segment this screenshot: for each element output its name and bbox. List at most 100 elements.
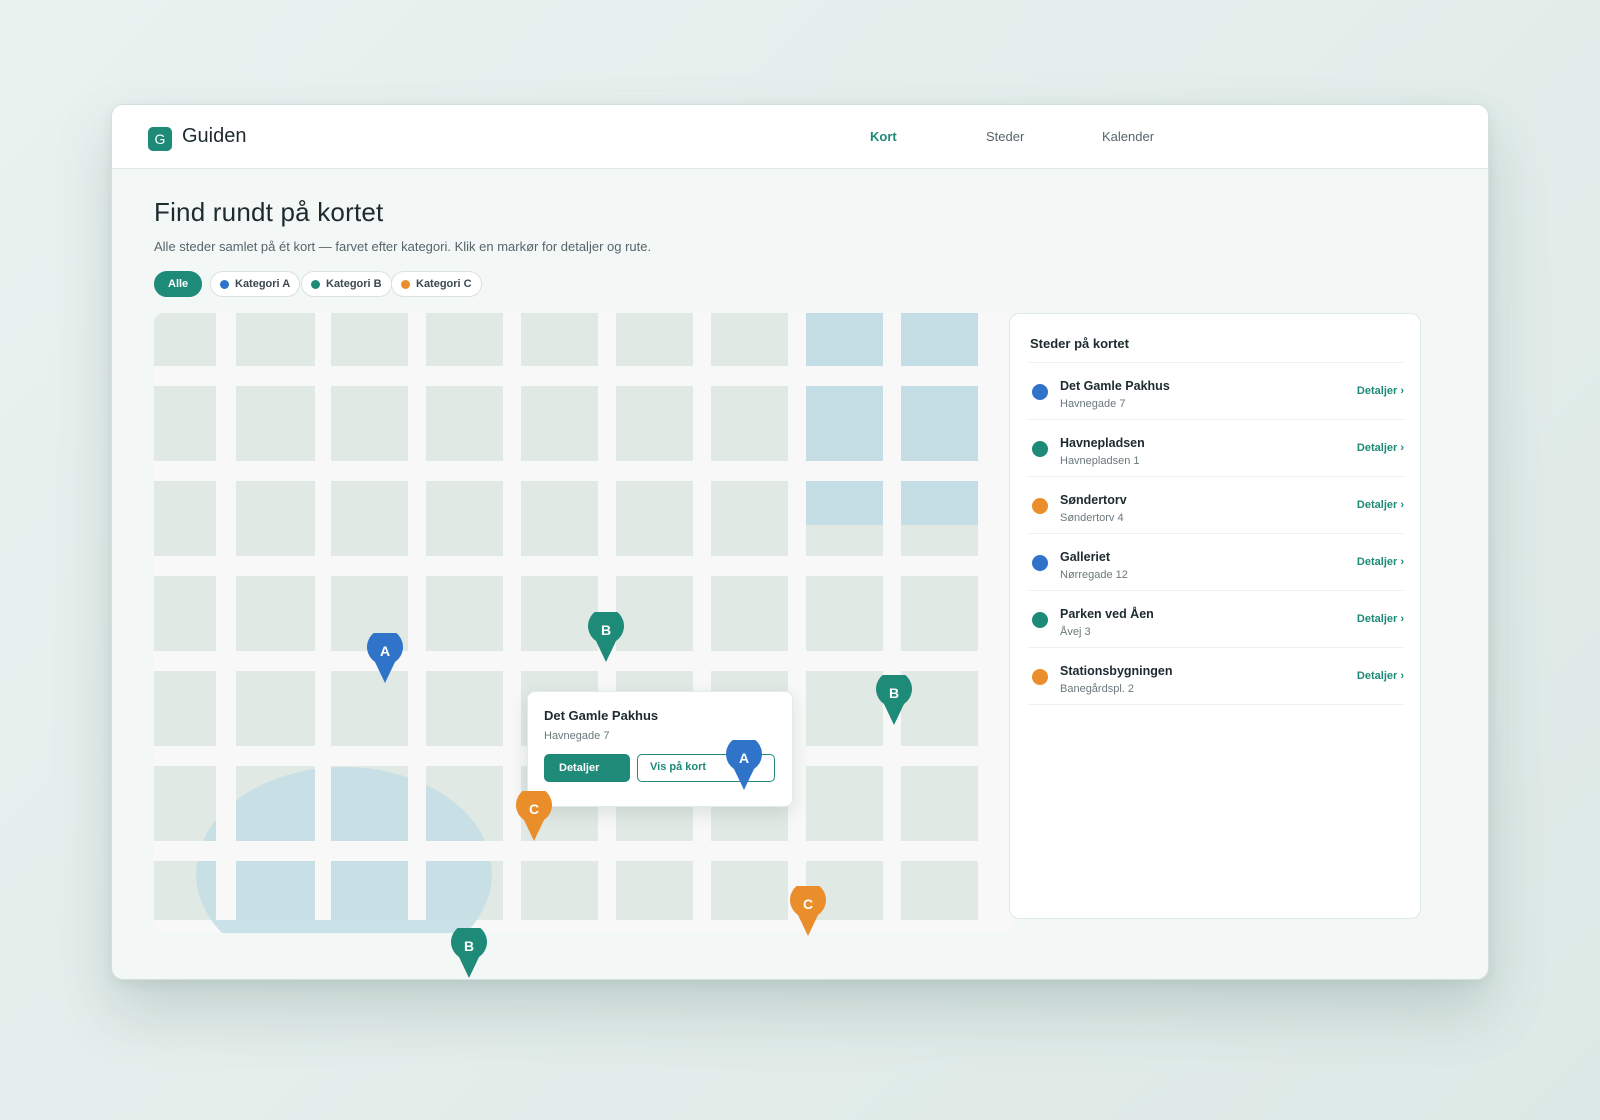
city-block: [806, 766, 883, 841]
place-list-item[interactable]: Galleriet Nørregade 12 Detaljer ›: [1028, 534, 1404, 591]
map-marker-a[interactable]: A: [367, 629, 403, 683]
filter-chip-label: Kategori A: [235, 278, 291, 290]
water-block: [806, 481, 883, 525]
category-dot-icon: [1032, 441, 1048, 457]
city-block: [236, 671, 315, 746]
nav-item-kalender[interactable]: Kalender: [1102, 129, 1154, 144]
category-dot-icon: [1032, 555, 1048, 571]
filter-chip-kategori-b[interactable]: Kategori B: [301, 271, 392, 297]
place-details-link[interactable]: Detaljer ›: [1357, 385, 1404, 397]
category-dot-icon: [1032, 498, 1048, 514]
city-block: [711, 861, 788, 920]
city-block: [154, 386, 216, 461]
filter-chip-alle[interactable]: Alle: [154, 271, 203, 297]
place-details-link[interactable]: Detaljer ›: [1357, 499, 1404, 511]
marker-letter: C: [802, 896, 814, 912]
popup-details-button[interactable]: Detaljer: [544, 754, 630, 782]
category-dot-icon: [401, 279, 410, 289]
city-block: [616, 861, 693, 920]
place-name: Galleriet: [1060, 550, 1111, 564]
city-block: [521, 313, 598, 366]
nav-item-kort[interactable]: Kort: [870, 129, 897, 144]
place-details-link[interactable]: Detaljer ›: [1357, 670, 1404, 682]
city-block: [331, 481, 408, 556]
place-name: Søndertorv: [1060, 493, 1127, 507]
page-title: Find rundt på kortet: [154, 197, 384, 227]
place-address: Nørregade 12: [1060, 569, 1128, 581]
marker-letter: B: [463, 938, 475, 954]
place-list-item[interactable]: Søndertorv Søndertorv 4 Detaljer ›: [1028, 477, 1404, 534]
city-block: [711, 313, 788, 366]
category-dot-icon: [311, 279, 320, 289]
water-block: [901, 386, 978, 461]
top-bar: G Guiden Kort Steder Kalender: [112, 105, 1488, 169]
city-block: [154, 766, 216, 841]
place-list-item[interactable]: Det Gamle Pakhus Havnegade 7 Detaljer ›: [1028, 363, 1404, 420]
filter-chip-label: Kategori C: [416, 278, 472, 290]
city-block: [236, 313, 315, 366]
map-marker-c[interactable]: C: [790, 882, 826, 936]
city-block: [154, 671, 216, 746]
places-panel: Steder på kortet Det Gamle Pakhus Havnega…: [1009, 313, 1421, 919]
category-dot-icon: [220, 279, 229, 289]
place-address: Havnegade 7: [1060, 398, 1126, 410]
map-marker-c[interactable]: C: [516, 787, 552, 841]
city-block: [426, 671, 503, 746]
place-list-item[interactable]: Stationsbygningen Banegårdspl. 2 Detaljer …: [1028, 648, 1404, 705]
place-details-link[interactable]: Detaljer ›: [1357, 556, 1404, 568]
city-block: [711, 481, 788, 556]
city-block: [901, 766, 978, 841]
marker-letter: B: [600, 622, 612, 638]
water-block: [806, 386, 883, 461]
map-marker-b[interactable]: B: [588, 608, 624, 662]
place-details-link[interactable]: Detaljer ›: [1357, 442, 1404, 454]
app-window: G Guiden Kort Steder Kalender Find rundt…: [111, 104, 1489, 980]
city-block: [426, 576, 503, 651]
city-block: [236, 576, 315, 651]
water-block: [901, 313, 978, 366]
city-block: [901, 861, 978, 920]
city-block: [521, 386, 598, 461]
app-name[interactable]: Guiden: [182, 125, 247, 148]
category-dot-icon: [1032, 669, 1048, 685]
map-canvas[interactable]: Det Gamle Pakhus Havnegade 7 Detaljer Vi…: [154, 313, 1014, 933]
city-block: [901, 671, 978, 746]
city-block: [521, 861, 598, 920]
filter-chip-kategori-c[interactable]: Kategori C: [391, 271, 482, 297]
city-block: [331, 386, 408, 461]
logo-icon[interactable]: G: [148, 127, 172, 151]
place-list-item[interactable]: Parken ved Åen Åvej 3 Detaljer ›: [1028, 591, 1404, 648]
city-block: [616, 313, 693, 366]
map-tiles: [154, 313, 978, 933]
city-block: [154, 313, 216, 366]
place-name: Havnepladsen: [1060, 436, 1145, 450]
city-block: [616, 481, 693, 556]
popup-title: Det Gamle Pakhus: [544, 708, 659, 723]
marker-letter: A: [738, 750, 750, 766]
city-block: [616, 576, 693, 651]
filter-chip-kategori-a[interactable]: Kategori A: [210, 271, 301, 297]
city-block: [236, 481, 315, 556]
marker-letter: B: [888, 685, 900, 701]
map-marker-b[interactable]: B: [451, 924, 487, 978]
place-address: Banegårdspl. 2: [1060, 683, 1134, 695]
city-block: [521, 576, 598, 651]
places-list: Det Gamle Pakhus Havnegade 7 Detaljer › Hav…: [1028, 362, 1404, 705]
map-marker-a[interactable]: A: [726, 736, 762, 790]
category-dot-icon: [1032, 384, 1048, 400]
city-block: [901, 525, 978, 556]
city-block: [521, 481, 598, 556]
map-marker-b[interactable]: B: [876, 671, 912, 725]
nav-item-steder[interactable]: Steder: [986, 129, 1024, 144]
place-details-link[interactable]: Detaljer ›: [1357, 613, 1404, 625]
city-block: [711, 386, 788, 461]
water-block: [806, 313, 883, 366]
places-panel-title: Steder på kortet: [1030, 336, 1129, 351]
place-name: Stationsbygningen: [1060, 664, 1173, 678]
place-address: Søndertorv 4: [1060, 512, 1124, 524]
city-block: [426, 313, 503, 366]
category-dot-icon: [1032, 612, 1048, 628]
city-block: [331, 313, 408, 366]
street: [154, 841, 494, 861]
place-list-item[interactable]: Havnepladsen Havnepladsen 1 Detaljer ›: [1028, 420, 1404, 477]
